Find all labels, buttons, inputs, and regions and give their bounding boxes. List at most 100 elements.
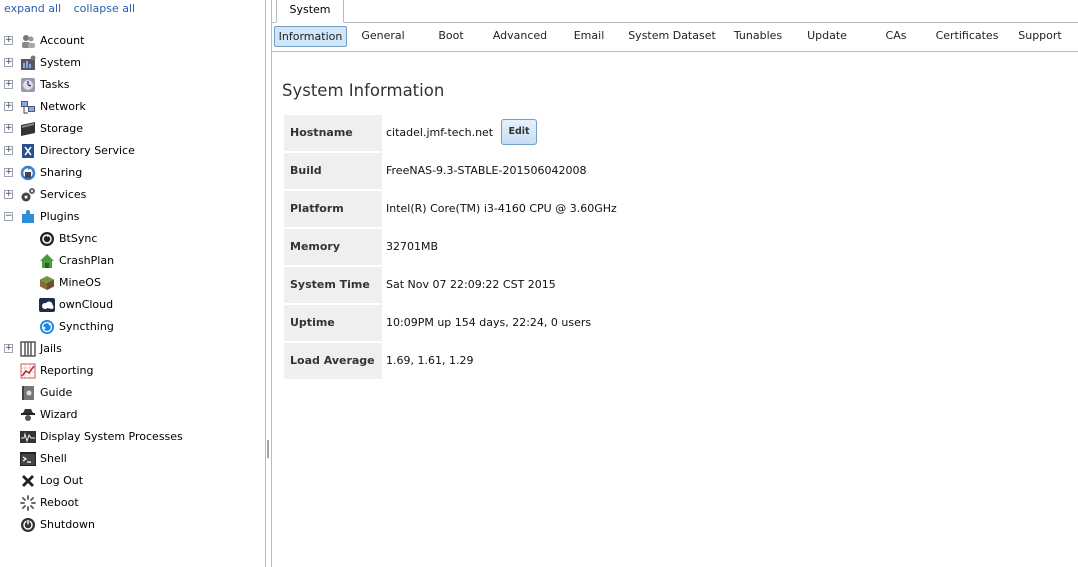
sidebar-item-label: Directory Service: [40, 144, 135, 157]
splitter-grip-icon[interactable]: [267, 440, 269, 458]
system-icon: [21, 55, 36, 70]
sidebar-item-system[interactable]: + System: [0, 52, 265, 74]
sidebar-item-directory-service[interactable]: + Directory Service: [0, 140, 265, 162]
network-icon: [21, 101, 35, 114]
sidebar-item-label: Jails: [40, 342, 62, 355]
tab-cas[interactable]: CAs: [876, 26, 916, 47]
jails-icon: [20, 341, 36, 357]
outer-tab-bar: System: [272, 0, 1078, 23]
sidebar-item-label: Network: [40, 100, 86, 113]
plugins-icon: [22, 210, 34, 223]
sidebar-item-label: Shutdown: [40, 518, 95, 531]
sidebar-item-jails[interactable]: + Jails: [0, 338, 265, 360]
info-label: Load Average: [284, 343, 382, 379]
sidebar-item-account[interactable]: + Account: [0, 30, 265, 52]
tab-information[interactable]: Information: [274, 26, 347, 47]
sidebar-item-sharing[interactable]: + Sharing: [0, 162, 265, 184]
info-label: Build: [284, 153, 382, 189]
info-label: Memory: [284, 229, 382, 265]
sidebar-item-label: MineOS: [59, 276, 101, 289]
expand-icon[interactable]: +: [4, 80, 13, 89]
sidebar-item-services[interactable]: + Services: [0, 184, 265, 206]
expand-icon[interactable]: +: [4, 190, 13, 199]
info-value: 32701MB: [386, 240, 439, 253]
tab-certificates[interactable]: Certificates: [932, 26, 1002, 47]
sidebar-item-syncthing[interactable]: Syncthing: [0, 316, 265, 338]
page-title: System Information: [282, 81, 445, 100]
sidebar-item-network[interactable]: + Network: [0, 96, 265, 118]
sidebar-item-label: Sharing: [40, 166, 83, 179]
expand-icon[interactable]: +: [4, 168, 13, 177]
sidebar-item-label: Services: [40, 188, 87, 201]
sidebar-item-wizard[interactable]: Wizard: [0, 404, 265, 426]
sidebar-item-reboot[interactable]: Reboot: [0, 492, 265, 514]
main-panel: System Information General Boot Advanced…: [272, 0, 1078, 567]
expand-icon[interactable]: +: [4, 102, 13, 111]
sidebar-item-shell[interactable]: Shell: [0, 448, 265, 470]
sidebar-item-label: Account: [40, 34, 85, 47]
sidebar: expand all collapse all + Account + Syst…: [0, 0, 266, 567]
sidebar-item-plugins[interactable]: − Plugins: [0, 206, 265, 228]
info-label: System Time: [284, 267, 382, 303]
sidebar-item-log-out[interactable]: Log Out: [0, 470, 265, 492]
tree-controls: expand all collapse all: [4, 2, 144, 16]
sidebar-item-crashplan[interactable]: CrashPlan: [0, 250, 265, 272]
edit-hostname-button[interactable]: Edit: [501, 119, 537, 145]
tab-boot[interactable]: Boot: [424, 26, 478, 47]
expand-icon[interactable]: +: [4, 124, 13, 133]
navigation-tree: + Account + System + Tasks + Network + S…: [0, 30, 265, 536]
sidebar-item-label: Log Out: [40, 474, 84, 487]
sharing-icon: [20, 165, 36, 181]
tab-update[interactable]: Update: [800, 26, 854, 47]
sidebar-item-label: Display System Processes: [40, 430, 183, 443]
syncthing-icon: [40, 320, 54, 334]
collapse-icon[interactable]: −: [4, 212, 13, 221]
sidebar-item-guide[interactable]: Guide: [0, 382, 265, 404]
sidebar-item-label: Plugins: [40, 210, 80, 223]
sidebar-item-shutdown[interactable]: Shutdown: [0, 514, 265, 536]
sidebar-item-label: Wizard: [40, 408, 78, 421]
owncloud-icon: [39, 298, 55, 312]
reboot-icon: [20, 495, 36, 511]
info-value: 1.69, 1.61, 1.29: [386, 354, 474, 367]
collapse-all-link[interactable]: collapse all: [74, 2, 135, 15]
information-content: System Information Hostname citadel.jmf-…: [272, 53, 1078, 567]
sidebar-item-label: Syncthing: [59, 320, 114, 333]
tab-tunables[interactable]: Tunables: [728, 26, 788, 47]
expand-icon[interactable]: +: [4, 146, 13, 155]
shell-icon: [20, 452, 36, 466]
expand-icon[interactable]: +: [4, 58, 13, 67]
sidebar-item-reporting[interactable]: Reporting: [0, 360, 265, 382]
mineos-icon: [40, 276, 54, 290]
wizard-icon: [21, 409, 35, 421]
sidebar-item-tasks[interactable]: + Tasks: [0, 74, 265, 96]
tab-system-dataset[interactable]: System Dataset: [624, 26, 720, 47]
tab-support[interactable]: Support: [1014, 26, 1066, 47]
sidebar-item-btsync[interactable]: BtSync: [0, 228, 265, 250]
tab-general[interactable]: General: [352, 26, 414, 47]
sidebar-item-label: System: [40, 56, 82, 69]
sidebar-item-storage[interactable]: + Storage: [0, 118, 265, 140]
account-icon: [22, 35, 35, 48]
guide-icon: [22, 386, 34, 400]
info-value: Intel(R) Core(TM) i3-4160 CPU @ 3.60GHz: [386, 202, 617, 215]
logout-icon: [22, 475, 34, 487]
info-value: 10:09PM up 154 days, 22:24, 0 users: [386, 316, 592, 329]
tab-email[interactable]: Email: [564, 26, 614, 47]
btsync-icon: [40, 232, 54, 246]
sidebar-item-display-system-processes[interactable]: Display System Processes: [0, 426, 265, 448]
sidebar-item-mineos[interactable]: MineOS: [0, 272, 265, 294]
tab-system[interactable]: System: [276, 0, 344, 23]
expand-icon[interactable]: +: [4, 36, 13, 45]
expand-icon[interactable]: +: [4, 344, 13, 353]
sidebar-item-label: CrashPlan: [59, 254, 115, 267]
info-value: FreeNAS-9.3-STABLE-201506042008: [386, 164, 587, 177]
info-label: Hostname: [284, 115, 382, 151]
sidebar-item-label: BtSync: [59, 232, 98, 245]
tab-advanced[interactable]: Advanced: [486, 26, 554, 47]
processes-icon: [20, 431, 36, 443]
sidebar-item-owncloud[interactable]: ownCloud: [0, 294, 265, 316]
expand-all-link[interactable]: expand all: [4, 2, 61, 15]
storage-icon: [21, 122, 35, 136]
tasks-icon: [21, 78, 35, 92]
